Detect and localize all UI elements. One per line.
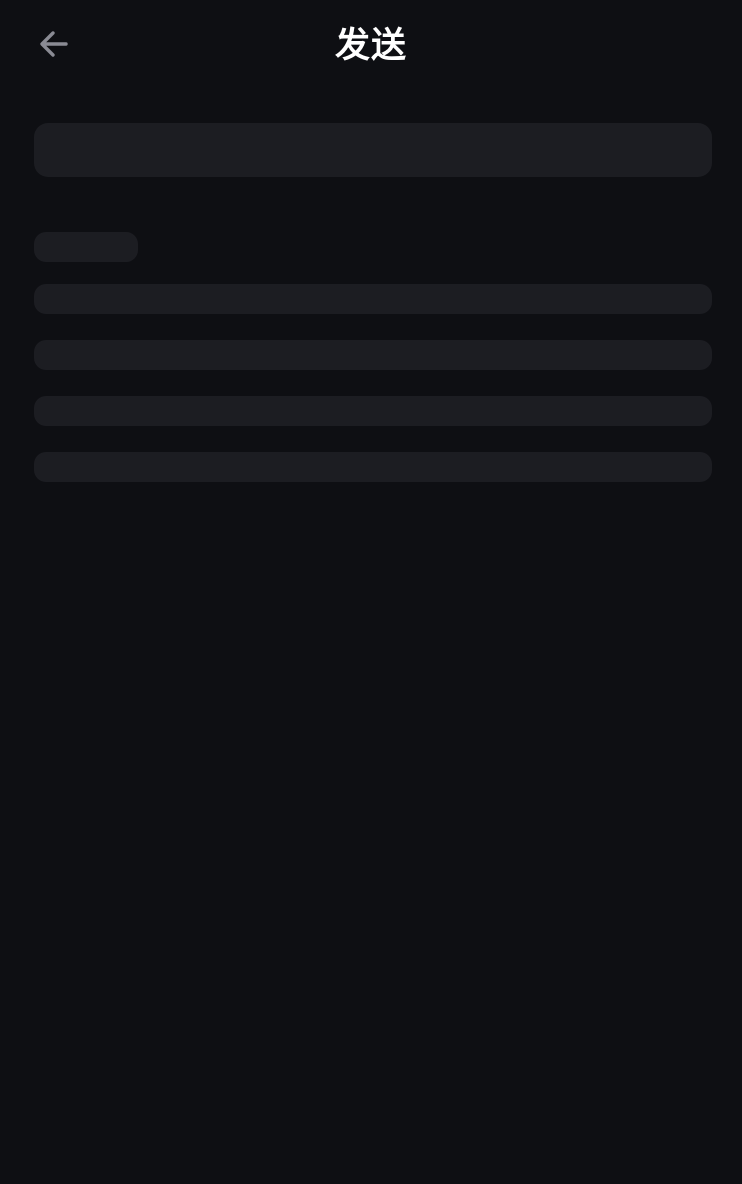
- skeleton-line-placeholder: [34, 340, 712, 370]
- page-title: 发送: [334, 26, 407, 66]
- skeleton-input-placeholder: [34, 123, 712, 177]
- top-bar: 发送: [0, 0, 742, 92]
- skeleton-line-placeholder: [34, 452, 712, 482]
- skeleton-line-placeholder: [34, 396, 712, 426]
- skeleton-line-placeholder: [34, 284, 712, 314]
- skeleton-label-placeholder: [34, 232, 138, 262]
